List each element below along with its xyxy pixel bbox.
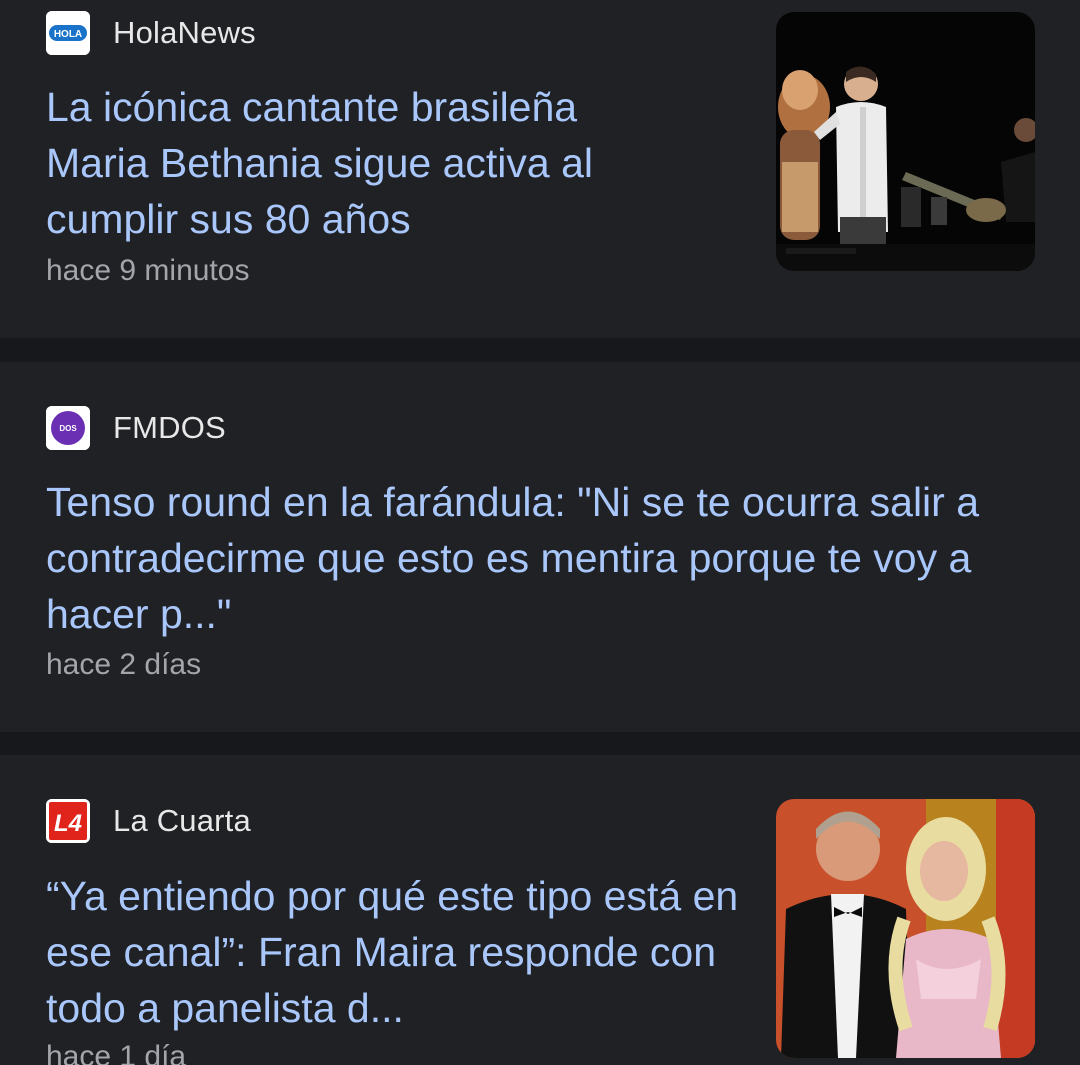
source-name: FMDOS bbox=[113, 410, 226, 445]
article-source[interactable]: HOLA HolaNews bbox=[46, 10, 256, 56]
svg-text:DOS: DOS bbox=[59, 424, 77, 433]
lacuarta-logo-icon: L4 bbox=[46, 799, 90, 843]
article-timestamp: hace 2 días bbox=[46, 648, 202, 681]
article-timestamp: hace 9 minutos bbox=[46, 254, 250, 287]
article-card-holanews[interactable]: HOLA HolaNews La icónica cantante brasil… bbox=[0, 0, 1080, 338]
article-card-fmdos[interactable]: DOS FMDOS Tenso round en la farándula: "… bbox=[0, 362, 1080, 732]
article-headline[interactable]: Tenso round en la farándula: "Ni se te o… bbox=[46, 474, 1036, 642]
svg-text:HOLA: HOLA bbox=[54, 29, 82, 40]
holanews-logo-icon: HOLA bbox=[46, 11, 90, 55]
svg-text:L4: L4 bbox=[54, 810, 82, 837]
article-timestamp: hace 1 día bbox=[46, 1040, 187, 1065]
article-headline[interactable]: La icónica cantante brasileña Maria Beth… bbox=[46, 79, 686, 247]
news-feed: HOLA HolaNews La icónica cantante brasil… bbox=[0, 0, 1080, 1065]
article-source[interactable]: L4 La Cuarta bbox=[46, 798, 251, 844]
fmdos-logo-icon: DOS bbox=[46, 406, 90, 450]
article-source[interactable]: DOS FMDOS bbox=[46, 405, 226, 451]
source-name: HolaNews bbox=[113, 15, 256, 50]
source-name: La Cuarta bbox=[113, 803, 251, 838]
couple-gala-thumbnail[interactable] bbox=[776, 799, 1035, 1058]
article-headline[interactable]: “Ya entiendo por qué este tipo está en e… bbox=[46, 868, 746, 1036]
concert-singer-thumbnail[interactable] bbox=[776, 12, 1035, 271]
article-card-lacuarta[interactable]: L4 La Cuarta “Ya entiendo por qué este t… bbox=[0, 755, 1080, 1065]
